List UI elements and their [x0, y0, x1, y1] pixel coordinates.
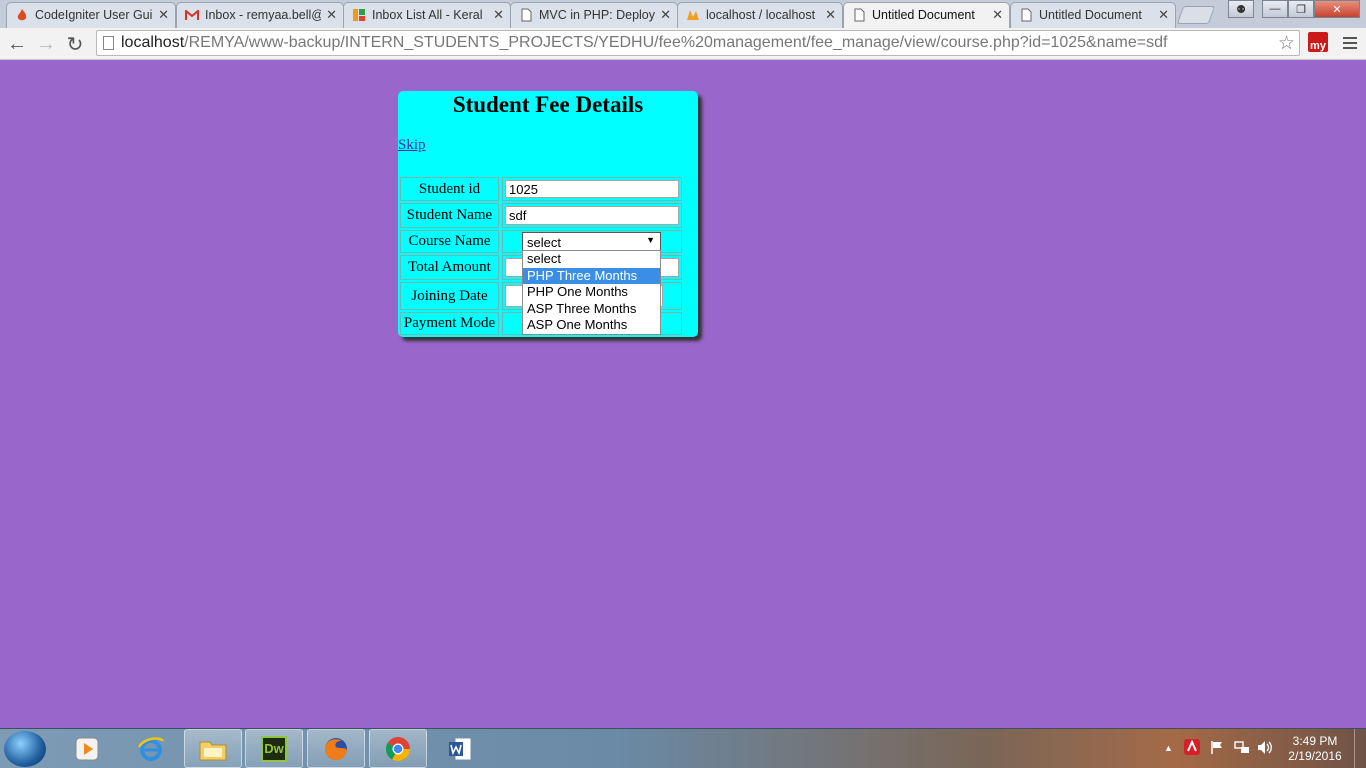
fee-details-card: Student Fee Details Skip Student id 1025… — [398, 91, 698, 337]
dreamweaver-label: Dw — [261, 735, 287, 762]
field-cell: sdf — [502, 203, 682, 228]
start-button[interactable] — [4, 731, 46, 767]
action-center-flag-icon[interactable] — [1210, 740, 1224, 758]
antivirus-icon[interactable] — [1184, 739, 1200, 758]
student-id-input[interactable]: 1025 — [505, 180, 679, 198]
course-select-value: select — [527, 235, 561, 250]
taskbar: Dw ▲ 3:49 PM 2/19/2016 — [0, 728, 1366, 768]
skip-link[interactable]: Skip — [398, 137, 426, 154]
clock-date: 2/19/2016 — [1288, 749, 1342, 763]
browser-toolbar: ← → ↻ localhost/REMYA/www-backup/INTERN_… — [0, 28, 1366, 60]
phpmyadmin-icon — [686, 8, 700, 22]
word-icon[interactable] — [431, 729, 489, 768]
colorful-logo-icon — [352, 8, 366, 22]
document-icon — [852, 8, 866, 22]
bookmark-star-icon[interactable]: ☆ — [1278, 32, 1295, 55]
reload-icon[interactable]: ↻ — [63, 32, 87, 56]
maximize-button[interactable]: ❐ — [1288, 0, 1314, 18]
tab-title: MVC in PHP: Deployi — [539, 8, 655, 22]
course-option[interactable]: PHP One Months — [523, 284, 660, 301]
tab-strip: CodeIgniter User Gui ✕ Inbox - remyaa.be… — [0, 0, 1366, 28]
minimize-button[interactable]: — — [1262, 0, 1288, 18]
tab-title: Inbox List All - Keral — [372, 8, 483, 22]
close-window-button[interactable]: ✕ — [1314, 0, 1360, 18]
tab-title: Untitled Document — [872, 8, 975, 22]
network-icon[interactable] — [1234, 740, 1250, 758]
label-student-name: Student Name — [400, 203, 499, 228]
document-icon — [1019, 8, 1033, 22]
tab-title: Inbox - remyaa.bell@ — [205, 8, 321, 22]
close-icon[interactable]: ✕ — [992, 7, 1003, 23]
course-options-list: select PHP Three Months PHP One Months A… — [522, 250, 661, 335]
close-icon[interactable]: ✕ — [326, 7, 337, 23]
course-option[interactable]: select — [523, 251, 660, 268]
firefox-icon[interactable] — [307, 729, 365, 768]
tab-title: CodeIgniter User Gui — [35, 8, 153, 22]
label-joining-date: Joining Date — [400, 282, 499, 310]
course-option-highlighted[interactable]: PHP Three Months — [523, 267, 660, 284]
extension-my-icon[interactable]: my — [1308, 32, 1328, 52]
course-option[interactable]: ASP One Months — [523, 317, 660, 334]
close-icon[interactable]: ✕ — [158, 7, 169, 23]
tab-gmail[interactable]: Inbox - remyaa.bell@ ✕ — [176, 2, 344, 28]
url-text: localhost/REMYA/www-backup/INTERN_STUDEN… — [121, 34, 1168, 51]
page-title: Student Fee Details — [452, 92, 644, 117]
label-payment-mode: Payment Mode — [400, 312, 499, 335]
tab-codeigniter[interactable]: CodeIgniter User Gui ✕ — [6, 2, 176, 28]
label-course-name: Course Name — [400, 230, 499, 253]
menu-icon[interactable] — [1340, 32, 1360, 54]
page-icon — [103, 36, 114, 50]
flame-icon — [15, 8, 29, 22]
course-select[interactable]: select ▼ — [522, 232, 661, 251]
tab-mvc-php[interactable]: MVC in PHP: Deployi ✕ — [510, 2, 678, 28]
label-total-amount: Total Amount — [400, 255, 499, 280]
file-explorer-icon[interactable] — [184, 729, 242, 768]
system-clock[interactable]: 3:49 PM 2/19/2016 — [1282, 734, 1348, 764]
course-option[interactable]: ASP Three Months — [523, 301, 660, 318]
show-desktop-button[interactable] — [1354, 729, 1366, 768]
close-icon[interactable]: ✕ — [493, 7, 504, 23]
clock-time: 3:49 PM — [1292, 734, 1338, 748]
close-icon[interactable]: ✕ — [1158, 7, 1169, 23]
show-hidden-icons-arrow[interactable]: ▲ — [1164, 743, 1173, 753]
student-name-input[interactable]: sdf — [505, 206, 679, 225]
tab-inbox-list[interactable]: Inbox List All - Keral ✕ — [343, 2, 511, 28]
close-icon[interactable]: ✕ — [660, 7, 671, 23]
dropdown-arrow-icon: ▼ — [646, 235, 655, 245]
tab-title: Untitled Document — [1039, 8, 1142, 22]
tab-untitled[interactable]: Untitled Document ✕ — [1010, 2, 1176, 28]
label-student-id: Student id — [400, 177, 499, 201]
dreamweaver-icon[interactable]: Dw — [245, 729, 303, 768]
field-cell: 1025 — [502, 177, 682, 201]
tab-untitled-active[interactable]: Untitled Document ✕ — [843, 2, 1010, 28]
forward-arrow-icon[interactable]: → — [34, 32, 58, 56]
row-student-name: Student Name sdf — [398, 203, 698, 228]
gmail-icon — [185, 8, 199, 22]
row-student-id: Student id 1025 — [398, 177, 698, 201]
tab-phpmyadmin[interactable]: localhost / localhost ✕ — [677, 2, 843, 28]
close-icon[interactable]: ✕ — [825, 7, 836, 23]
tab-title: localhost / localhost — [706, 8, 816, 22]
windows-media-player-icon[interactable] — [58, 729, 116, 768]
chrome-icon[interactable] — [369, 729, 427, 768]
address-bar[interactable]: localhost/REMYA/www-backup/INTERN_STUDEN… — [96, 30, 1300, 56]
document-icon — [519, 8, 533, 22]
user-icon[interactable]: ⚉ — [1228, 0, 1254, 18]
new-tab-button[interactable] — [1176, 6, 1216, 24]
internet-explorer-icon[interactable] — [122, 729, 180, 768]
back-arrow-icon[interactable]: ← — [5, 32, 29, 56]
volume-icon[interactable] — [1257, 740, 1273, 758]
